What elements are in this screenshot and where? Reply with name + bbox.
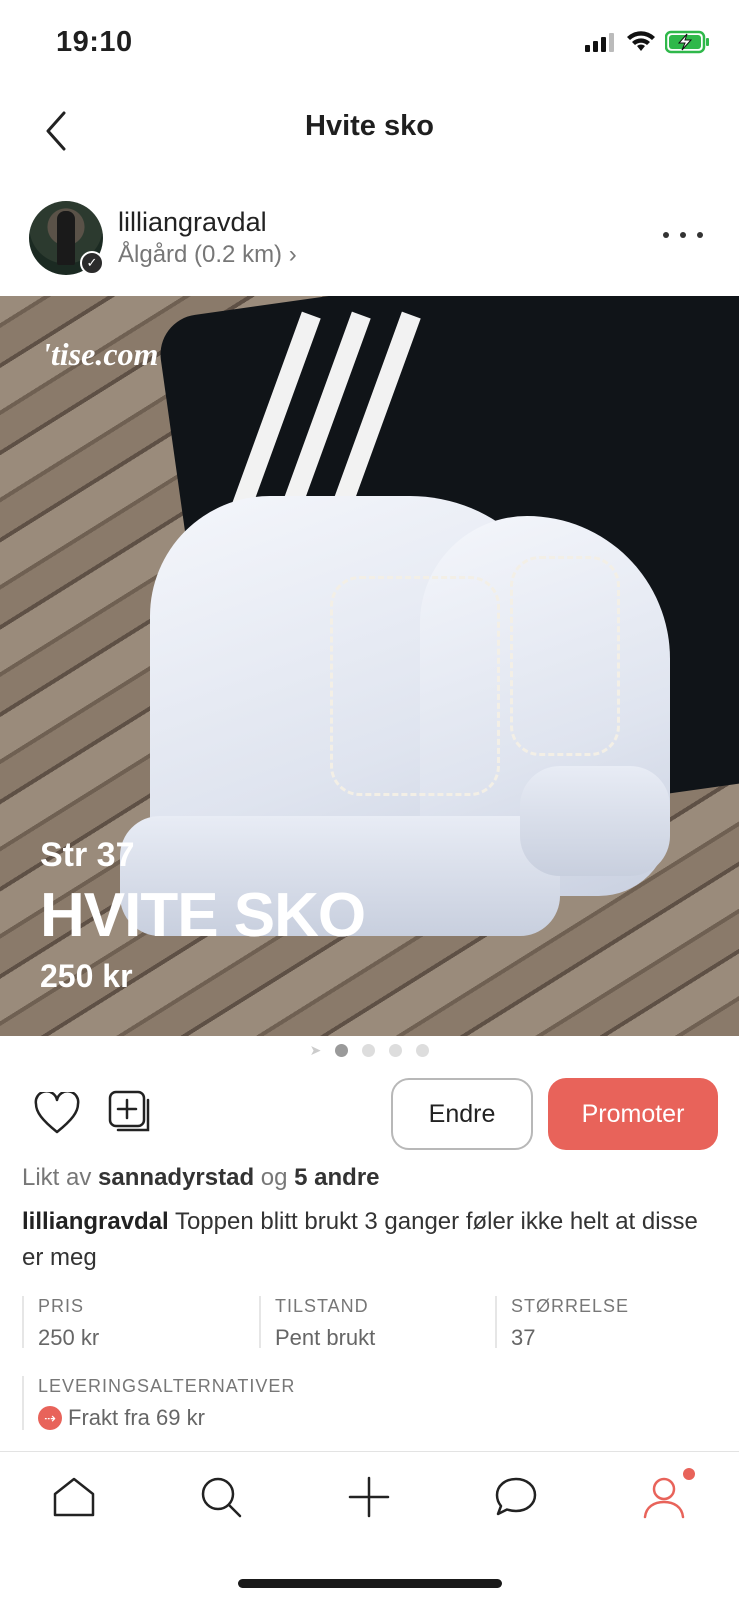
home-indicator xyxy=(238,1579,502,1588)
add-collection-icon xyxy=(108,1090,150,1132)
page-title: Hvite sko xyxy=(305,110,434,142)
carousel-dot[interactable] xyxy=(389,1043,403,1057)
tab-messages[interactable] xyxy=(491,1472,541,1522)
carousel-dot[interactable] xyxy=(416,1043,430,1057)
seller-row: ✓ lilliangravdal Ålgård (0.2 km) › xyxy=(0,195,739,285)
detail-price: PRIS 250 kr xyxy=(22,1296,100,1350)
checkmark-icon: ✓ xyxy=(86,255,98,270)
nav-header: Hvite sko xyxy=(0,90,739,180)
edit-button[interactable]: Endre xyxy=(391,1078,533,1150)
location-arrow-icon: ➤ xyxy=(309,1041,322,1058)
home-icon xyxy=(53,1477,95,1517)
detail-value: 37 xyxy=(511,1325,536,1350)
likes-others[interactable]: 5 andre xyxy=(294,1164,379,1191)
status-icons xyxy=(585,30,711,54)
plus-icon xyxy=(348,1476,390,1518)
verified-badge: ✓ xyxy=(80,251,104,275)
likes-line: Likt av sannadyrstad og 5 andre xyxy=(22,1164,380,1192)
delivery-value: Frakt fra 69 kr xyxy=(68,1405,205,1430)
cellular-signal-icon xyxy=(585,33,614,52)
avatar-figure xyxy=(57,211,75,265)
delivery-value-row[interactable]: ⇢ Frakt fra 69 kr xyxy=(38,1405,295,1431)
description-username[interactable]: lilliangravdal xyxy=(22,1208,169,1235)
profile-icon xyxy=(643,1477,685,1519)
search-icon xyxy=(201,1477,242,1518)
more-dot-icon xyxy=(663,232,669,238)
tab-bar xyxy=(0,1451,739,1600)
delivery-label: LEVERINGSALTERNATIVER xyxy=(38,1376,296,1396)
tab-search[interactable] xyxy=(196,1472,246,1522)
detail-label: TILSTAND xyxy=(275,1296,369,1316)
likes-prefix: Likt av xyxy=(22,1164,92,1191)
tise-watermark: 'tise.com xyxy=(42,336,159,372)
likes-joiner: og xyxy=(260,1164,288,1191)
detail-size: STØRRELSE 37 xyxy=(495,1296,630,1350)
battery-charging-icon xyxy=(665,30,709,54)
detail-label: STØRRELSE xyxy=(511,1296,630,1316)
shoe-laces xyxy=(510,556,620,756)
more-options-button[interactable] xyxy=(663,225,703,245)
tab-home[interactable] xyxy=(49,1472,99,1522)
chat-bubble-icon xyxy=(495,1477,537,1516)
likes-user[interactable]: sannadyrstad xyxy=(98,1164,254,1191)
actions-row: Endre Promoter xyxy=(0,1078,739,1150)
promote-button[interactable]: Promoter xyxy=(548,1078,718,1150)
like-button[interactable] xyxy=(34,1090,80,1136)
status-time: 19:10 xyxy=(56,26,133,58)
detail-label: PRIS xyxy=(38,1296,85,1316)
overlay-size: Str 37 xyxy=(40,836,135,874)
shipping-icon: ⇢ xyxy=(38,1406,62,1430)
overlay-title: HVITE SKO xyxy=(40,881,366,950)
shoe-laces xyxy=(330,576,500,796)
delivery-options: LEVERINGSALTERNATIVER ⇢ Frakt fra 69 kr xyxy=(22,1376,295,1430)
overlay-price: 250 kr xyxy=(40,958,133,994)
notification-dot xyxy=(683,1468,695,1480)
carousel-dot[interactable] xyxy=(362,1043,376,1057)
carousel-dot[interactable] xyxy=(335,1043,349,1057)
shoe-sole-right xyxy=(520,766,670,876)
carousel-dots: ➤ xyxy=(0,1040,739,1060)
tab-create[interactable] xyxy=(344,1472,394,1522)
product-image[interactable]: 'tise.com Str 37 HVITE SKO 250 kr xyxy=(0,296,739,1036)
detail-value: 250 kr xyxy=(38,1325,100,1350)
detail-condition: TILSTAND Pent brukt xyxy=(259,1296,376,1350)
seller-location[interactable]: Ålgård (0.2 km) › xyxy=(118,241,297,269)
wifi-icon xyxy=(627,31,655,51)
more-dot-icon xyxy=(680,232,686,238)
status-bar: 19:10 xyxy=(0,0,739,90)
seller-username[interactable]: lilliangravdal xyxy=(118,207,267,238)
detail-value: Pent brukt xyxy=(275,1325,376,1350)
more-dot-icon xyxy=(697,232,703,238)
description: lilliangravdal Toppen blitt brukt 3 gang… xyxy=(22,1204,722,1276)
tab-profile[interactable] xyxy=(639,1468,695,1522)
heart-icon xyxy=(34,1090,80,1134)
add-to-collection-button[interactable] xyxy=(108,1090,154,1136)
